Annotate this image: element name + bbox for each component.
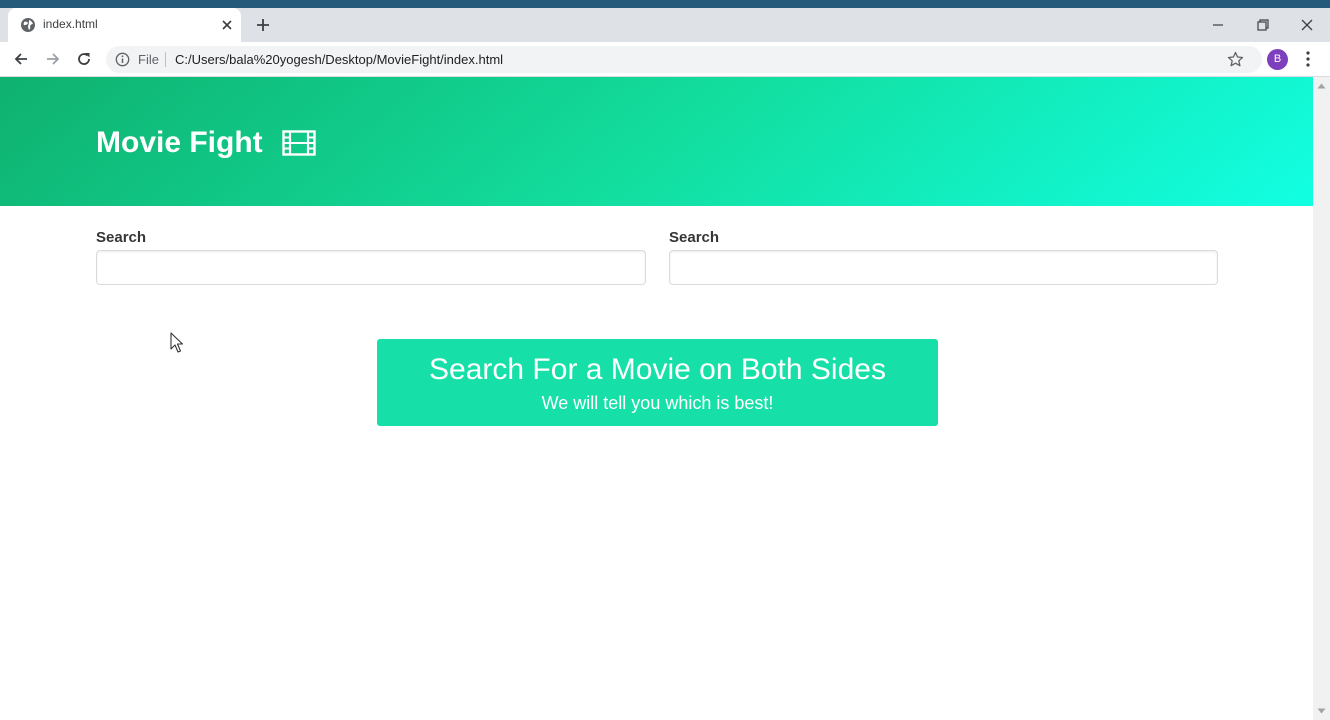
right-search-label: Search [669,229,720,246]
address-bar[interactable]: File C:/Users/bala%20yogesh/Desktop/Movi… [106,46,1262,73]
notice-subtitle: We will tell you which is best! [541,393,774,413]
omnibox-divider [165,52,166,67]
page-title: Movie Fight [96,126,263,159]
tab-strip: index.html [0,8,1330,42]
scroll-up-icon[interactable] [1317,83,1326,89]
plus-icon[interactable] [253,15,273,35]
notice-title: Search For a Movie on Both Sides [429,353,886,386]
page-viewport: Movie Fight Search Search Search For a M… [0,77,1313,720]
film-icon [282,130,316,156]
left-search-label: Search [96,229,147,246]
vertical-scrollbar[interactable] [1313,77,1330,720]
reload-icon[interactable] [74,49,94,69]
right-search-input[interactable] [669,250,1218,285]
restore-icon[interactable] [1252,14,1274,36]
minimize-icon[interactable] [1207,14,1229,36]
left-search-input[interactable] [96,250,646,285]
forward-icon[interactable] [43,49,63,69]
star-icon[interactable] [1227,51,1244,68]
window-frame-top [0,0,1330,8]
info-icon[interactable] [115,52,130,67]
scheme-label: File [138,52,159,67]
tab-index[interactable]: index.html [8,8,241,42]
profile-avatar[interactable]: B [1267,49,1288,70]
globe-icon [21,18,35,32]
browser-toolbar: File C:/Users/bala%20yogesh/Desktop/Movi… [0,42,1330,77]
back-icon[interactable] [11,49,31,69]
url-text[interactable]: C:/Users/bala%20yogesh/Desktop/MovieFigh… [175,52,503,67]
kebab-menu-icon[interactable] [1299,49,1317,69]
hero-banner: Movie Fight [0,77,1313,206]
tab-title: index.html [43,17,98,31]
close-icon[interactable] [218,16,236,34]
tutorial-notice: Search For a Movie on Both Sides We will… [377,339,938,426]
mouse-cursor-icon [170,332,184,353]
scroll-down-icon[interactable] [1317,708,1326,714]
close-window-icon[interactable] [1296,14,1318,36]
